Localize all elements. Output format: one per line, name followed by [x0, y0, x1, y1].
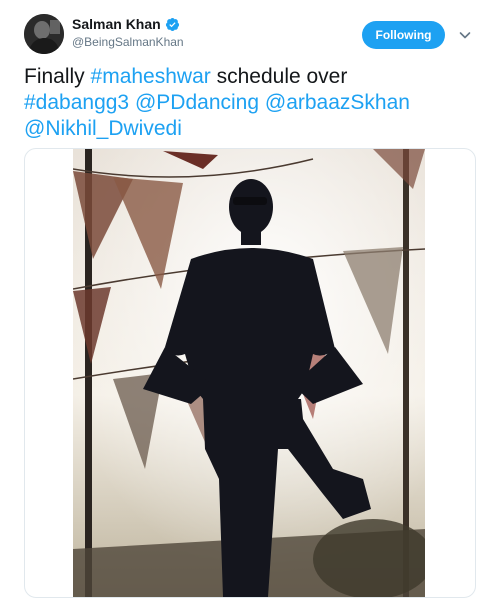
tweet-photo[interactable] [73, 149, 425, 597]
chevron-down-icon[interactable] [458, 28, 472, 42]
tweet-media[interactable] [24, 148, 476, 598]
hashtag-link[interactable]: #maheshwar [91, 65, 211, 88]
mention-link[interactable]: @PDdancing [135, 91, 259, 114]
tweet-text-segment: Finally [24, 65, 91, 88]
tweet-card: Salman Khan @BeingSalmanKhan Following F… [0, 0, 501, 608]
user-handle[interactable]: @BeingSalmanKhan [72, 35, 184, 49]
avatar[interactable] [24, 14, 64, 54]
hashtag-link[interactable]: #dabangg3 [24, 91, 129, 114]
mention-link[interactable]: @arbaazSkhan [265, 91, 410, 114]
name-row: Salman Khan [72, 16, 180, 32]
verified-badge-icon [165, 17, 179, 31]
following-button[interactable]: Following [362, 21, 445, 49]
tweet-text: Finally #maheshwar schedule over #dabang… [24, 64, 484, 142]
display-name[interactable]: Salman Khan [72, 16, 161, 32]
tweet-text-segment: schedule over [210, 65, 348, 88]
mention-link[interactable]: @Nikhil_Dwivedi [24, 117, 182, 140]
